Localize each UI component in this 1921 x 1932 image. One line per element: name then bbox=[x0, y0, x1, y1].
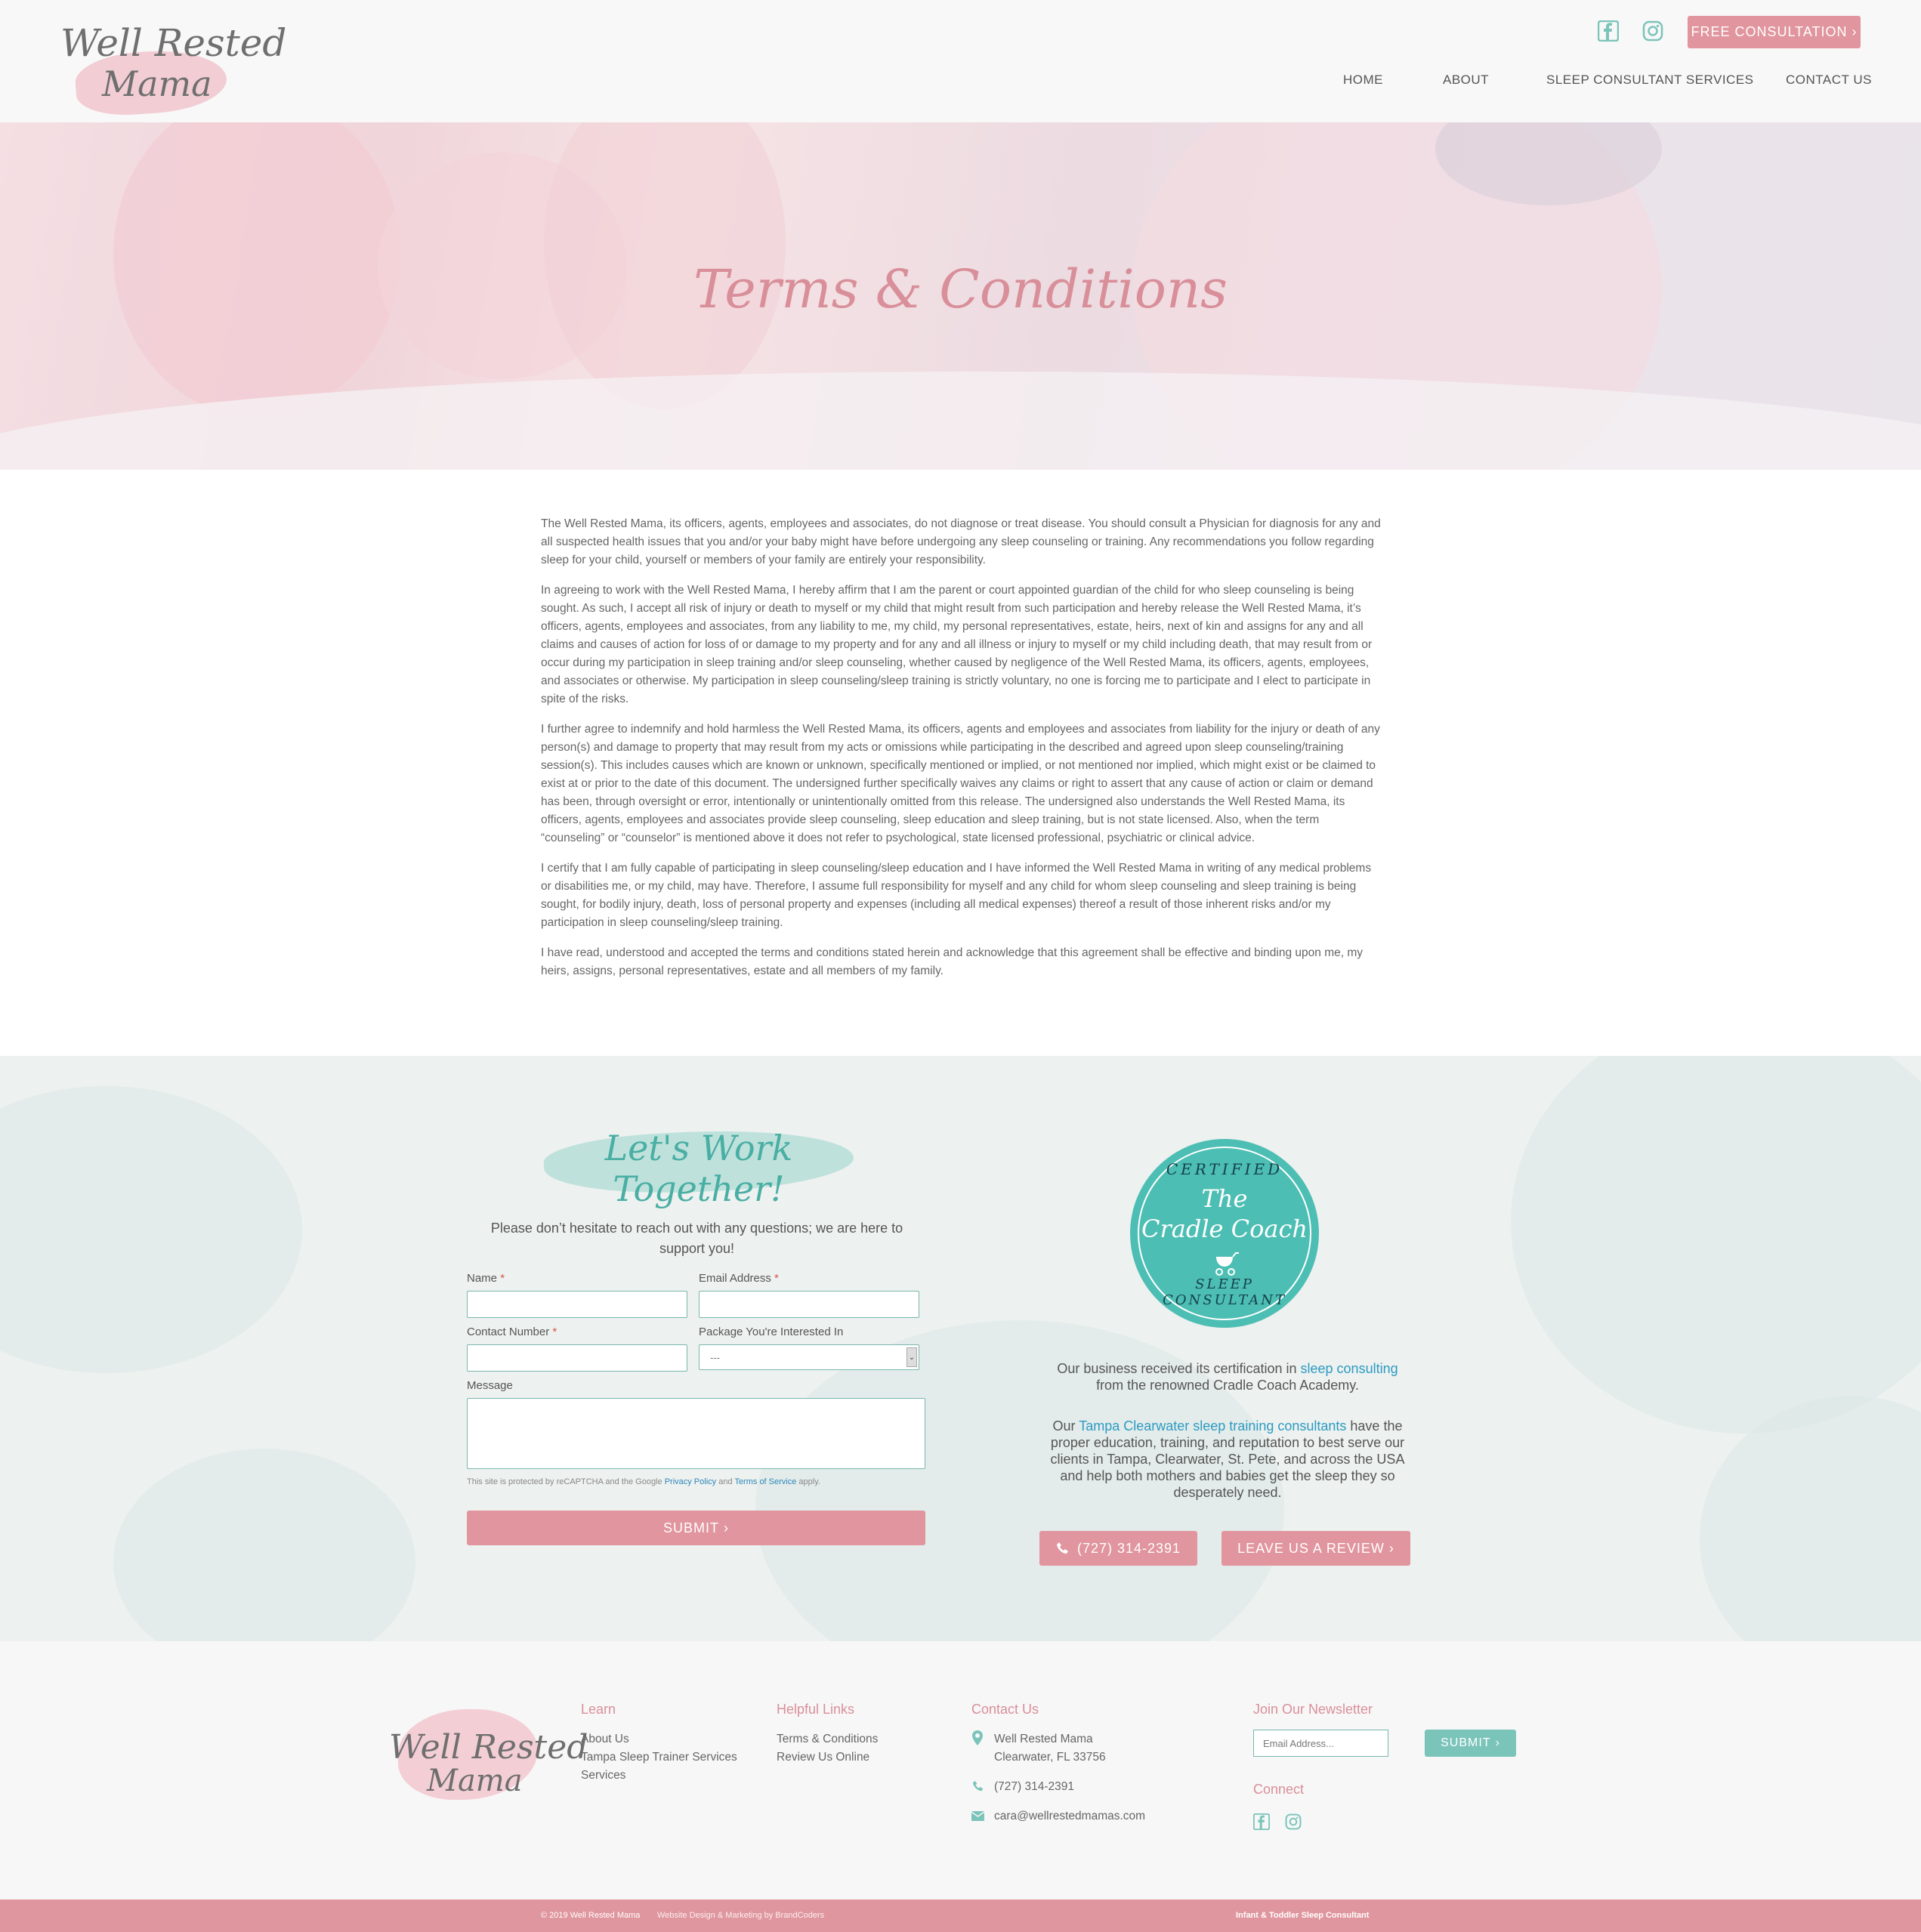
tampa-clearwater-consultants-link[interactable]: Tampa Clearwater sleep training consulta… bbox=[1079, 1418, 1346, 1434]
sleep-consulting-link[interactable]: sleep consulting bbox=[1301, 1361, 1398, 1376]
design-credit-link[interactable]: Website Design & Marketing by BrandCoder… bbox=[657, 1911, 824, 1920]
phone-icon bbox=[1056, 1542, 1070, 1555]
copyright-bar: © 2019 Well Rested Mama Website Design &… bbox=[0, 1900, 1921, 1932]
submit-label: SUBMIT bbox=[662, 1520, 719, 1535]
terms-paragraph: I certify that I am fully capable of par… bbox=[541, 862, 1372, 929]
envelope-icon bbox=[971, 1811, 985, 1825]
terms-paragraph: In agreeing to work with the Well Rested… bbox=[541, 584, 1373, 705]
footer-link-services[interactable]: Services bbox=[581, 1767, 625, 1785]
chevron-right-icon: › bbox=[1388, 1540, 1394, 1556]
message-textarea[interactable] bbox=[467, 1398, 925, 1469]
name-field[interactable] bbox=[467, 1291, 687, 1318]
chevron-right-icon: › bbox=[1495, 1736, 1500, 1749]
page-title: Terms & Conditions bbox=[693, 258, 1228, 320]
nav-sleep-consultant-services[interactable]: SLEEP CONSULTANT SERVICES bbox=[1546, 73, 1754, 88]
logo-text-line2: Mama bbox=[102, 63, 212, 104]
footer-address-line2: Clearwater, FL 33756 bbox=[994, 1751, 1106, 1764]
learn-heading: Learn bbox=[581, 1702, 616, 1717]
newsletter-heading: Join Our Newsletter bbox=[1253, 1702, 1373, 1717]
newsletter-placeholder: Email Address... bbox=[1263, 1737, 1334, 1749]
package-selected-value: --- bbox=[710, 1351, 720, 1363]
instagram-icon[interactable] bbox=[1641, 20, 1664, 42]
badge-sleep-consultant-text: SLEEP CONSULTANT bbox=[1162, 1276, 1287, 1308]
footer-address-line1: Well Rested Mama bbox=[994, 1733, 1093, 1745]
badge-name-text: Cradle Coach bbox=[1141, 1214, 1308, 1243]
chevron-right-icon: › bbox=[1852, 24, 1858, 39]
footer-link-sleep-trainer-services[interactable]: Tampa Sleep Trainer Services bbox=[581, 1748, 737, 1767]
terms-of-service-link[interactable]: Terms of Service bbox=[734, 1477, 796, 1486]
footer-logo-line2: Mama bbox=[427, 1764, 523, 1798]
email-label: Email Address * bbox=[699, 1272, 779, 1285]
contact-heading: Let's Work Together! bbox=[604, 1128, 793, 1209]
contact-section: Let's Work Together! Please don’t hesita… bbox=[0, 1056, 1921, 1641]
free-consultation-label: FREE CONSULTATION bbox=[1691, 24, 1848, 39]
call-phone-button[interactable]: (727) 314-2391 bbox=[1039, 1531, 1197, 1566]
phone-button-label: (727) 314-2391 bbox=[1076, 1540, 1181, 1556]
message-label: Message bbox=[467, 1379, 513, 1392]
logo-text-line1: Well Rested bbox=[60, 21, 287, 65]
terms-paragraph: I further agree to indemnify and hold ha… bbox=[541, 723, 1380, 844]
instagram-icon[interactable] bbox=[1285, 1813, 1302, 1834]
map-pin-icon bbox=[972, 1730, 983, 1749]
recaptcha-notice: This site is protected by reCAPTCHA and … bbox=[467, 1477, 820, 1486]
terms-content: The Well Rested Mama, its officers, agen… bbox=[0, 470, 1921, 1056]
newsletter-email-input[interactable]: Email Address... bbox=[1253, 1730, 1388, 1757]
name-label: Name * bbox=[467, 1272, 505, 1285]
certification-text: Our business received its certification … bbox=[1057, 1361, 1398, 1393]
newsletter-submit-button[interactable]: SUBMIT › bbox=[1425, 1730, 1516, 1757]
background-splash bbox=[1511, 1056, 1921, 1434]
privacy-policy-link[interactable]: Privacy Policy bbox=[665, 1477, 716, 1486]
footer-phone[interactable]: (727) 314-2391 bbox=[994, 1778, 1074, 1796]
contact-number-field[interactable] bbox=[467, 1344, 687, 1372]
leave-review-label: LEAVE US A REVIEW bbox=[1237, 1540, 1385, 1556]
contact-submit-button[interactable]: SUBMIT › bbox=[467, 1511, 925, 1545]
chevron-down-icon: ⌄ bbox=[906, 1347, 917, 1367]
package-select[interactable]: --- ⌄ bbox=[699, 1344, 919, 1370]
free-consultation-button[interactable]: FREE CONSULTATION › bbox=[1688, 16, 1861, 48]
cradle-coach-certification-badge: CERTIFIED The Cradle Coach SLEEP CONSULT… bbox=[1130, 1139, 1319, 1328]
site-footer: Well Rested Mama Learn About Us Tampa Sl… bbox=[0, 1641, 1921, 1900]
footer-link-terms[interactable]: Terms & Conditions bbox=[777, 1730, 878, 1748]
phone-icon bbox=[972, 1780, 984, 1796]
connect-heading: Connect bbox=[1253, 1782, 1305, 1797]
hero-banner: Terms & Conditions bbox=[0, 122, 1921, 470]
email-field[interactable] bbox=[699, 1291, 919, 1318]
chevron-right-icon: › bbox=[724, 1520, 729, 1535]
site-header: Well Rested Mama FREE CONSULTATION › HOM… bbox=[0, 0, 1921, 122]
contact-us-heading: Contact Us bbox=[971, 1702, 1039, 1717]
helpful-links-heading: Helpful Links bbox=[777, 1702, 855, 1717]
footer-logo[interactable]: Well Rested Mama bbox=[389, 1702, 588, 1804]
leave-review-button[interactable]: LEAVE US A REVIEW › bbox=[1221, 1531, 1410, 1566]
footer-tagline: Infant & Toddler Sleep Consultant bbox=[1236, 1911, 1370, 1920]
facebook-icon[interactable] bbox=[1597, 20, 1620, 42]
nav-contact-us[interactable]: CONTACT US bbox=[1786, 73, 1872, 88]
badge-the-text: The bbox=[1201, 1184, 1248, 1213]
background-splash bbox=[113, 1449, 415, 1641]
site-logo[interactable]: Well Rested Mama bbox=[60, 15, 286, 119]
newsletter-submit-label: SUBMIT bbox=[1441, 1736, 1491, 1749]
copyright-text: © 2019 Well Rested Mama bbox=[541, 1911, 641, 1920]
footer-link-about[interactable]: About Us bbox=[581, 1730, 629, 1748]
package-label: Package You're Interested In bbox=[699, 1326, 844, 1338]
badge-certified-text: CERTIFIED bbox=[1166, 1160, 1283, 1178]
footer-logo-line1: Well Rested bbox=[389, 1728, 588, 1767]
nav-home[interactable]: HOME bbox=[1343, 73, 1383, 88]
terms-paragraph: The Well Rested Mama, its officers, agen… bbox=[541, 517, 1381, 566]
terms-paragraph: I have read, understood and accepted the… bbox=[541, 946, 1364, 977]
footer-email[interactable]: cara@wellrestedmamas.com bbox=[994, 1807, 1145, 1826]
footer-link-review[interactable]: Review Us Online bbox=[777, 1748, 869, 1767]
facebook-icon[interactable] bbox=[1252, 1813, 1271, 1834]
nav-about[interactable]: ABOUT bbox=[1443, 73, 1489, 88]
consultants-text: Our Tampa Clearwater sleep training cons… bbox=[1050, 1418, 1405, 1500]
contact-number-label: Contact Number * bbox=[467, 1326, 557, 1338]
background-splash bbox=[0, 1086, 302, 1373]
contact-intro: Please don’t hesitate to reach out with … bbox=[490, 1221, 903, 1256]
